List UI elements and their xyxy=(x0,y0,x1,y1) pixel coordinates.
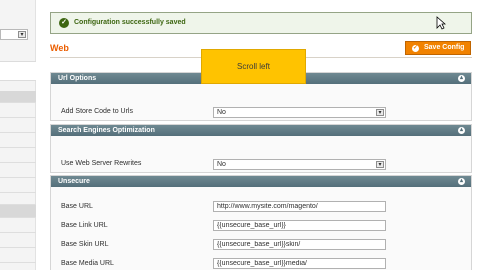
sidebar-panel xyxy=(0,61,36,81)
field-label: Base Media URL xyxy=(61,260,114,267)
field-label: Base URL xyxy=(61,203,93,210)
config-row: Use Web Server Rewrites No ▾ xyxy=(51,136,471,172)
base-url-input[interactable] xyxy=(213,201,386,212)
base-link-url-input[interactable] xyxy=(213,220,386,231)
select-value: No xyxy=(217,161,226,168)
save-config-button[interactable]: ✓ Save Config xyxy=(405,41,471,55)
sidebar-item[interactable] xyxy=(0,148,36,163)
success-message: ✓ Configuration successfully saved xyxy=(50,12,472,34)
mouse-cursor-icon xyxy=(436,16,446,30)
field-label: Use Web Server Rewrites xyxy=(61,160,142,167)
section-title: Url Options xyxy=(58,75,97,82)
sidebar-item[interactable] xyxy=(0,218,36,233)
store-scope-select[interactable]: ▾ xyxy=(0,29,28,40)
config-row: Base URL xyxy=(51,197,471,216)
sidebar-item[interactable] xyxy=(0,233,36,248)
sidebar-item[interactable] xyxy=(0,133,36,148)
sidebar-item[interactable] xyxy=(0,118,36,133)
sidebar: ▾ xyxy=(0,0,36,270)
sidebar-item[interactable] xyxy=(0,178,36,193)
collapse-icon[interactable]: ▴ xyxy=(458,178,465,185)
field-label: Base Skin URL xyxy=(61,241,109,248)
chevron-down-icon: ▾ xyxy=(376,161,384,168)
save-icon: ✓ xyxy=(412,45,419,52)
section-title: Search Engines Optimization xyxy=(58,127,155,134)
sidebar-item[interactable] xyxy=(0,248,36,263)
sidebar-item[interactable] xyxy=(0,91,36,103)
chevron-down-icon: ▾ xyxy=(376,109,384,116)
select-value: No xyxy=(217,109,226,116)
config-row: Base Link URL xyxy=(51,216,471,235)
sidebar-item[interactable] xyxy=(0,205,36,218)
check-circle-icon: ✓ xyxy=(59,18,69,28)
collapse-icon[interactable]: ▴ xyxy=(458,127,465,134)
page-title: Web xyxy=(50,43,69,53)
success-message-text: Configuration successfully saved xyxy=(74,19,186,26)
collapse-icon[interactable]: ▴ xyxy=(458,75,465,82)
config-row: Base Skin URL xyxy=(51,235,471,254)
config-row: Add Store Code to Urls No ▾ xyxy=(51,84,471,120)
section-title: Unsecure xyxy=(58,178,90,185)
sidebar-item[interactable] xyxy=(0,163,36,178)
chevron-down-icon: ▾ xyxy=(18,31,26,38)
web-server-rewrites-select[interactable]: No ▾ xyxy=(213,159,386,170)
sidebar-item[interactable] xyxy=(0,103,36,118)
field-label: Add Store Code to Urls xyxy=(61,108,133,115)
section-header-seo[interactable]: Search Engines Optimization ▴ xyxy=(51,125,471,136)
save-config-label: Save Config xyxy=(424,44,465,51)
scroll-tooltip: Scroll left xyxy=(201,49,306,84)
section-seo: Search Engines Optimization ▴ Use Web Se… xyxy=(50,124,472,173)
add-store-code-select[interactable]: No ▾ xyxy=(213,107,386,118)
base-media-url-input[interactable] xyxy=(213,258,386,269)
field-label: Base Link URL xyxy=(61,222,108,229)
section-unsecure: Unsecure ▴ Base URL Base Link URL Base S… xyxy=(50,175,472,270)
sidebar-item[interactable] xyxy=(0,193,36,205)
base-skin-url-input[interactable] xyxy=(213,239,386,250)
config-row: Base Media URL xyxy=(51,254,471,270)
section-header-unsecure[interactable]: Unsecure ▴ xyxy=(51,176,471,187)
